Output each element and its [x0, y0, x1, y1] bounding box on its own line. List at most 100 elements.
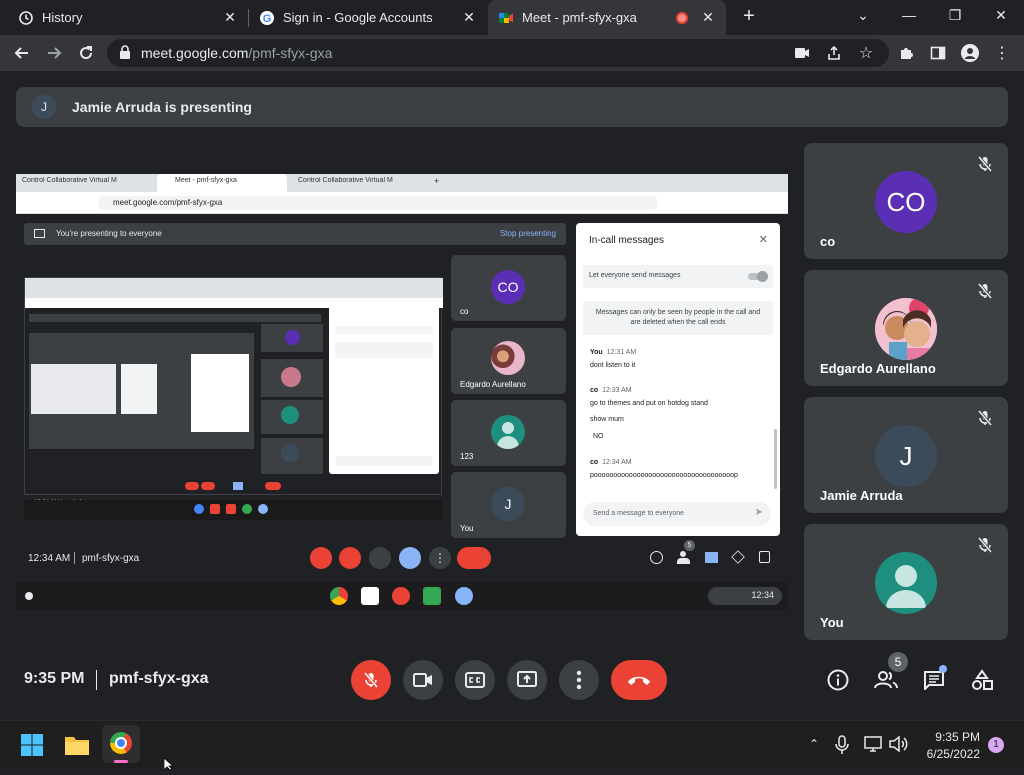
close-tab-icon[interactable]: ✕: [700, 9, 716, 26]
mic-off-button[interactable]: [351, 660, 391, 700]
shared-tile-123: 123: [451, 400, 566, 466]
bookmark-star-icon[interactable]: ☆: [853, 40, 879, 66]
shared-chat-notice: Messages can only be seen by people in t…: [583, 301, 773, 335]
share-icon[interactable]: [821, 40, 847, 66]
shared-gmail-app-icon: [361, 587, 379, 605]
close-tab-icon[interactable]: ✕: [222, 9, 238, 26]
shared-tile-co: CO co: [451, 255, 566, 321]
shared-activities-icon: [731, 550, 745, 564]
camera-button[interactable]: [403, 660, 443, 700]
participant-tile-jamie[interactable]: J Jamie Arruda: [804, 397, 1008, 513]
shared-chromeos-shelf: 12:34: [16, 582, 788, 610]
nested-shelf: [24, 500, 442, 520]
shared-time: 12:34 AM: [28, 553, 71, 564]
tab-label: Meet - pmf-sfyx-gxa: [522, 10, 637, 25]
present-now-button[interactable]: [507, 660, 547, 700]
shared-presenting-text: You're presenting to everyone: [56, 229, 162, 238]
forward-icon[interactable]: [41, 40, 67, 66]
end-call-icon: [628, 676, 650, 685]
meeting-code: pmf-sfyx-gxa: [109, 670, 209, 687]
window-close-icon[interactable]: ✕: [978, 0, 1024, 30]
chrome-taskbar-button[interactable]: [102, 725, 140, 763]
person-icon: [875, 552, 937, 614]
tab-sign-in[interactable]: G Sign in - Google Accounts ✕: [249, 0, 487, 35]
shared-status-tray: 12:34: [708, 587, 782, 605]
shared-send-icon: ➤: [754, 507, 763, 518]
participant-avatar: CO: [875, 171, 937, 233]
leave-call-button[interactable]: [611, 660, 667, 700]
activities-button[interactable]: [967, 665, 997, 695]
camera-in-use-icon[interactable]: [789, 40, 815, 66]
recording-icon: [676, 11, 688, 24]
restore-icon[interactable]: ❐: [932, 0, 978, 30]
minimize-icon[interactable]: —: [886, 0, 932, 30]
shared-tile-name: You: [460, 524, 474, 533]
address-bar[interactable]: meet.google.com/pmf-sfyx-gxa: [107, 39, 889, 67]
more-vert-icon: [576, 670, 582, 690]
network-icon[interactable]: [864, 735, 882, 753]
shared-cc-icon: [369, 547, 391, 569]
participant-name: co: [820, 234, 836, 249]
mic-off-icon: [977, 537, 993, 553]
participant-name: Jamie Arruda: [820, 488, 903, 503]
camera-icon: [413, 673, 432, 687]
participant-name: You: [820, 615, 844, 630]
shared-lock-icon: [759, 551, 770, 563]
shared-chat-title: In-call messages: [589, 235, 665, 246]
shared-presenting-bar: You're presenting to everyone Stop prese…: [24, 223, 566, 245]
participant-tile-edgardo[interactable]: Edgardo Aurellano: [804, 270, 1008, 386]
reload-icon[interactable]: [73, 40, 99, 66]
notification-badge[interactable]: 1: [988, 737, 1004, 753]
participant-avatar: J: [875, 425, 937, 487]
windows-taskbar: ⌃ 9:35 PM 6/25/2022 1: [0, 720, 1024, 771]
shared-chat-message: You 12:31 AM dont listen to it: [590, 349, 637, 369]
participant-tile-co[interactable]: CO co: [804, 143, 1008, 259]
shared-tab: Control Collaborative Virtual M: [298, 177, 393, 184]
shared-chat-input: Send a message to everyone ➤: [583, 502, 771, 526]
shared-stop-presenting: Stop presenting: [499, 229, 556, 238]
shared-chrome-app-icon: [330, 587, 348, 605]
volume-icon[interactable]: [888, 735, 908, 753]
taskbar-time[interactable]: 9:35 PM: [918, 730, 980, 744]
captions-button[interactable]: [455, 660, 495, 700]
captions-icon: [465, 672, 485, 688]
browser-tab-strip: History ✕ G Sign in - Google Accounts ✕ …: [0, 0, 1024, 35]
presenter-banner: J Jamie Arruda is presenting: [16, 87, 1008, 127]
shared-launcher-icon: [25, 592, 33, 600]
shared-chat-toggle-label: Let everyone send messages: [589, 272, 681, 279]
menu-kebab-icon[interactable]: ⋮: [989, 40, 1015, 66]
shared-more-icon: ⋮: [429, 547, 451, 569]
new-tab-button[interactable]: +: [738, 5, 760, 27]
tab-history[interactable]: History ✕: [8, 0, 248, 35]
profile-icon[interactable]: [957, 40, 983, 66]
shared-meet-app-icon: [423, 587, 441, 605]
shared-meeting-code: pmf-sfyx-gxa: [82, 553, 140, 564]
meeting-details-button[interactable]: [823, 665, 853, 695]
tab-label: History: [42, 10, 83, 25]
tab-label: Sign in - Google Accounts: [283, 10, 433, 25]
participant-tile-you[interactable]: You: [804, 524, 1008, 640]
divider: [96, 670, 97, 690]
participant-name: Edgardo Aurellano: [820, 361, 936, 376]
side-panel-icon[interactable]: [925, 40, 951, 66]
shared-screen[interactable]: Control Collaborative Virtual M Meet - p…: [16, 174, 788, 610]
more-options-button[interactable]: [559, 660, 599, 700]
close-tab-icon[interactable]: ✕: [461, 9, 477, 26]
file-explorer-icon[interactable]: [64, 733, 90, 757]
tab-search-icon[interactable]: ⌄: [840, 0, 886, 30]
shared-people-icon: [677, 551, 693, 564]
taskbar-date[interactable]: 6/25/2022: [912, 747, 980, 761]
mic-off-icon: [977, 410, 993, 426]
tab-meet[interactable]: Meet - pmf-sfyx-gxa ✕: [488, 0, 726, 35]
back-icon[interactable]: [9, 40, 35, 66]
extensions-icon[interactable]: [893, 40, 919, 66]
microphone-icon[interactable]: [834, 735, 850, 755]
chat-icon: [924, 671, 944, 690]
shared-mic-off-icon: [310, 547, 332, 569]
present-screen-icon: [517, 671, 537, 687]
mouse-cursor-icon: [163, 757, 176, 775]
shared-tile-you: J You: [451, 472, 566, 538]
show-hidden-icons-icon[interactable]: ⌃: [806, 737, 822, 753]
shared-tab: Meet - pmf-sfyx-gxa: [175, 177, 237, 184]
windows-start-icon[interactable]: [20, 733, 44, 757]
